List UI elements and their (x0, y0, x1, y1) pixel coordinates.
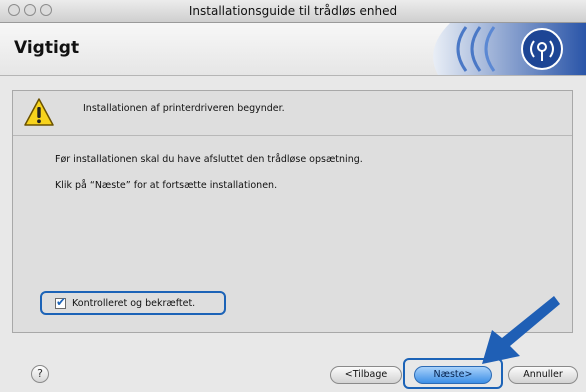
checkmark-icon: ✔ (56, 295, 67, 309)
page-title: Vigtigt (14, 38, 80, 58)
confirm-checkbox-highlight[interactable]: ✔ Kontrolleret og bekræftet. (40, 291, 226, 315)
confirm-checkbox-label[interactable]: Kontrolleret og bekræftet. (72, 298, 195, 309)
pointer-arrow-icon (482, 296, 560, 364)
back-button[interactable]: <Tilbage (330, 366, 402, 384)
alert-row: Installationen af printerdriveren begynd… (13, 91, 572, 136)
alert-text: Installationen af printerdriveren begynd… (83, 103, 285, 114)
wizard-header: Vigtigt (0, 23, 586, 76)
confirm-checkbox[interactable]: ✔ (55, 295, 67, 309)
title-bar: Installationsguide til trådløs enhed (0, 0, 586, 23)
help-button[interactable]: ? (31, 365, 49, 383)
instruction-line-1: Før installationen skal du have afslutte… (55, 154, 363, 165)
wireless-signal-icon (433, 23, 586, 75)
warning-icon (24, 98, 54, 126)
instruction-line-2: Klik på “Næste” for at fortsætte install… (55, 180, 278, 191)
window-title: Installationsguide til trådløs enhed (188, 4, 398, 18)
